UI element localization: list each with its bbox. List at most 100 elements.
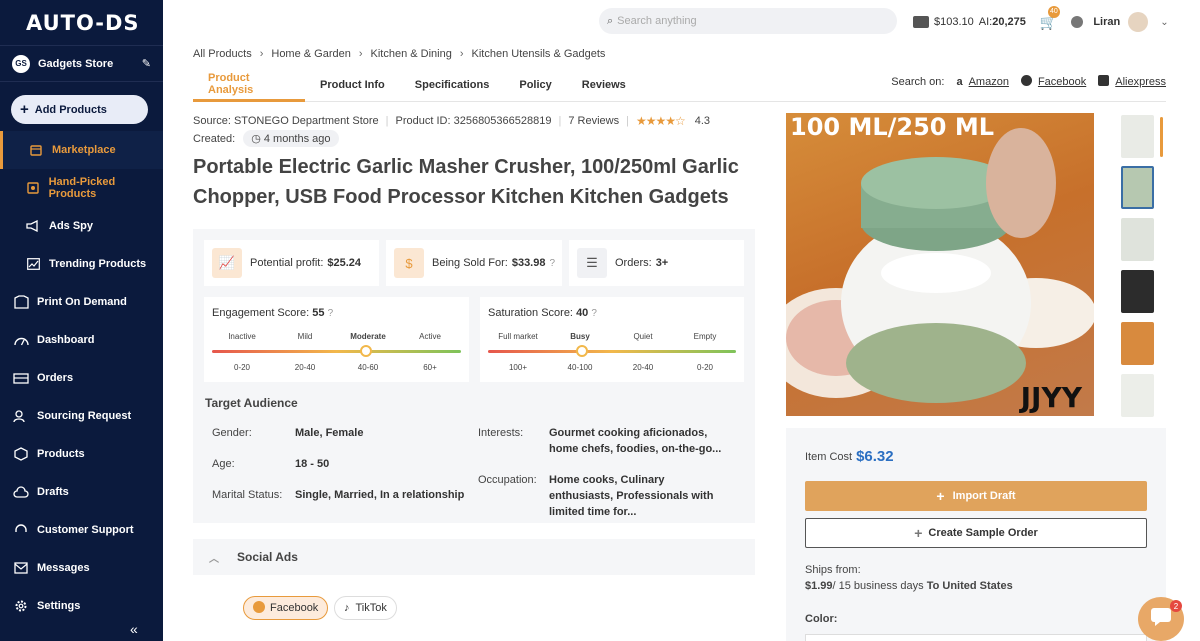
- sidebar-item-label: Trending Products: [49, 258, 147, 270]
- review-count[interactable]: 7 Reviews: [568, 115, 619, 127]
- product-main-image[interactable]: 100 ML/250 ML JJYY: [786, 113, 1094, 416]
- sidebar-item-label: Settings: [37, 600, 81, 612]
- social-ads-header[interactable]: ︿ Social Ads: [193, 539, 755, 575]
- dashboard-icon: [13, 332, 29, 348]
- tab-product-info[interactable]: Product Info: [305, 68, 400, 102]
- aliexpress-link[interactable]: Aliexpress: [1115, 76, 1166, 88]
- search-icon: ⌕: [607, 14, 614, 27]
- sidebar-item-settings[interactable]: Settings: [0, 587, 163, 625]
- chat-icon: [1150, 607, 1172, 632]
- breadcrumb-item[interactable]: Kitchen Utensils & Gadgets: [472, 48, 606, 60]
- orders-icon: [13, 370, 29, 386]
- sidebar-item-trending[interactable]: Trending Products: [0, 245, 163, 283]
- color-selector[interactable]: [805, 634, 1147, 641]
- sidebar-item-ads-spy[interactable]: Ads Spy: [0, 207, 163, 245]
- thumbnail[interactable]: [1121, 374, 1154, 417]
- cart-badge: 40: [1047, 5, 1060, 18]
- box-icon: [13, 446, 29, 462]
- marital-value: Single, Married, In a relationship: [295, 489, 465, 501]
- import-draft-button[interactable]: + Import Draft: [805, 481, 1147, 511]
- interests-value: Gourmet cooking aficionados, home chefs,…: [549, 427, 722, 455]
- facebook-ads-button[interactable]: Facebook: [243, 596, 329, 620]
- chevron-down-icon[interactable]: ⌄: [1160, 17, 1168, 28]
- help-icon[interactable]: ?: [328, 308, 334, 319]
- chat-button[interactable]: 2: [1138, 597, 1184, 641]
- breadcrumb-item[interactable]: All Products: [193, 48, 252, 60]
- range-label: 20-40: [294, 363, 316, 372]
- sidebar-item-label: Messages: [37, 562, 90, 574]
- pencil-icon[interactable]: ✎: [142, 57, 151, 70]
- search-input[interactable]: ⌕ Search anything: [599, 8, 897, 34]
- thumbnail[interactable]: [1121, 166, 1154, 209]
- hand-picked-icon: [25, 180, 41, 196]
- help-icon[interactable]: ?: [549, 258, 555, 269]
- sidebar-item-orders[interactable]: Orders: [0, 359, 163, 397]
- marketplace-icon: [28, 142, 44, 158]
- amazon-link[interactable]: Amazon: [969, 76, 1009, 88]
- sold-label: Being Sold For:: [432, 257, 508, 269]
- ship-destination: To United States: [926, 580, 1013, 592]
- user-name[interactable]: Liran: [1093, 16, 1120, 28]
- store-selector[interactable]: GS Gadgets Store ✎: [0, 46, 163, 82]
- amazon-icon: a: [956, 76, 963, 88]
- sidebar-item-customer-support[interactable]: Customer Support: [0, 511, 163, 549]
- thumbnail[interactable]: [1121, 115, 1154, 158]
- help-icon[interactable]: ?: [591, 308, 597, 319]
- add-products-button[interactable]: + Add Products: [11, 95, 148, 124]
- ai-label: AI:: [978, 16, 993, 28]
- social-ads-title: Social Ads: [237, 550, 298, 564]
- item-cost: Item Cost $6.32: [805, 448, 894, 465]
- created-badge: ◷ 4 months ago: [243, 130, 339, 147]
- breadcrumb-item[interactable]: Kitchen & Dining: [371, 48, 452, 60]
- facebook-icon: [1020, 75, 1032, 89]
- saturation-track: [488, 350, 736, 353]
- sidebar-item-sourcing[interactable]: Sourcing Request: [0, 397, 163, 435]
- sidebar-item-hand-picked[interactable]: Hand-Picked Products: [0, 169, 163, 207]
- thumbnail-scrollbar[interactable]: [1160, 117, 1163, 157]
- image-overlay-text: 100 ML/250 ML: [790, 113, 995, 141]
- product-title: Portable Electric Garlic Masher Crusher,…: [193, 156, 739, 208]
- sidebar-item-products[interactable]: Products: [0, 435, 163, 473]
- breadcrumb-item[interactable]: Home & Garden: [271, 48, 350, 60]
- tab-policy[interactable]: Policy: [504, 68, 566, 102]
- sidebar-item-label: Marketplace: [52, 144, 116, 156]
- balance[interactable]: $103.10: [934, 16, 974, 28]
- sidebar-item-marketplace[interactable]: Marketplace: [0, 131, 163, 169]
- level-label: Full market: [498, 332, 538, 341]
- sidebar-item-label: Sourcing Request: [37, 410, 132, 422]
- sidebar-item-print-on-demand[interactable]: Print On Demand: [0, 283, 163, 321]
- sidebar-item-label: Drafts: [37, 486, 69, 498]
- store-icon[interactable]: [1071, 16, 1084, 28]
- tab-reviews[interactable]: Reviews: [567, 68, 641, 102]
- engagement-score: Engagement Score: 55 ? Inactive Mild Mod…: [204, 297, 469, 382]
- create-sample-order-button[interactable]: + Create Sample Order: [805, 518, 1147, 548]
- sidebar-item-label: Products: [37, 448, 85, 460]
- search-on: Search on: a Amazon Facebook Aliexpress: [891, 68, 1166, 96]
- engagement-indicator: [360, 345, 373, 357]
- facebook-ads-label: Facebook: [270, 602, 319, 614]
- profit-label: Potential profit:: [250, 257, 324, 269]
- thumbnail[interactable]: [1121, 218, 1154, 261]
- sidebar-item-messages[interactable]: Messages: [0, 549, 163, 587]
- avatar[interactable]: [1128, 12, 1149, 32]
- tab-product-analysis[interactable]: Product Analysis: [193, 68, 305, 102]
- thumbnail[interactable]: [1121, 270, 1154, 313]
- facebook-link[interactable]: Facebook: [1038, 76, 1086, 88]
- thumbnail[interactable]: [1121, 322, 1154, 365]
- collapse-sidebar-button[interactable]: «: [130, 621, 138, 637]
- level-label: Inactive: [228, 332, 256, 341]
- ships-from-label: Ships from:: [805, 564, 861, 576]
- sidebar-item-drafts[interactable]: Drafts: [0, 473, 163, 511]
- level-label: Busy: [570, 332, 590, 341]
- tab-specifications[interactable]: Specifications: [400, 68, 505, 102]
- marital-label: Marital Status:: [212, 489, 283, 501]
- ship-price: $1.99: [805, 580, 833, 592]
- created-row: Created: ◷ 4 months ago: [193, 130, 339, 147]
- divider: |: [558, 115, 562, 127]
- add-products-label: Add Products: [34, 103, 107, 116]
- gender-label: Gender:: [212, 427, 252, 439]
- tiktok-ads-button[interactable]: ♪ TikTok: [334, 596, 397, 620]
- occupation-value: Home cooks, Culinary enthusiasts, Profes…: [549, 474, 714, 518]
- sidebar-item-dashboard[interactable]: Dashboard: [0, 321, 163, 359]
- cart-icon[interactable]: 🛒 40: [1040, 5, 1060, 31]
